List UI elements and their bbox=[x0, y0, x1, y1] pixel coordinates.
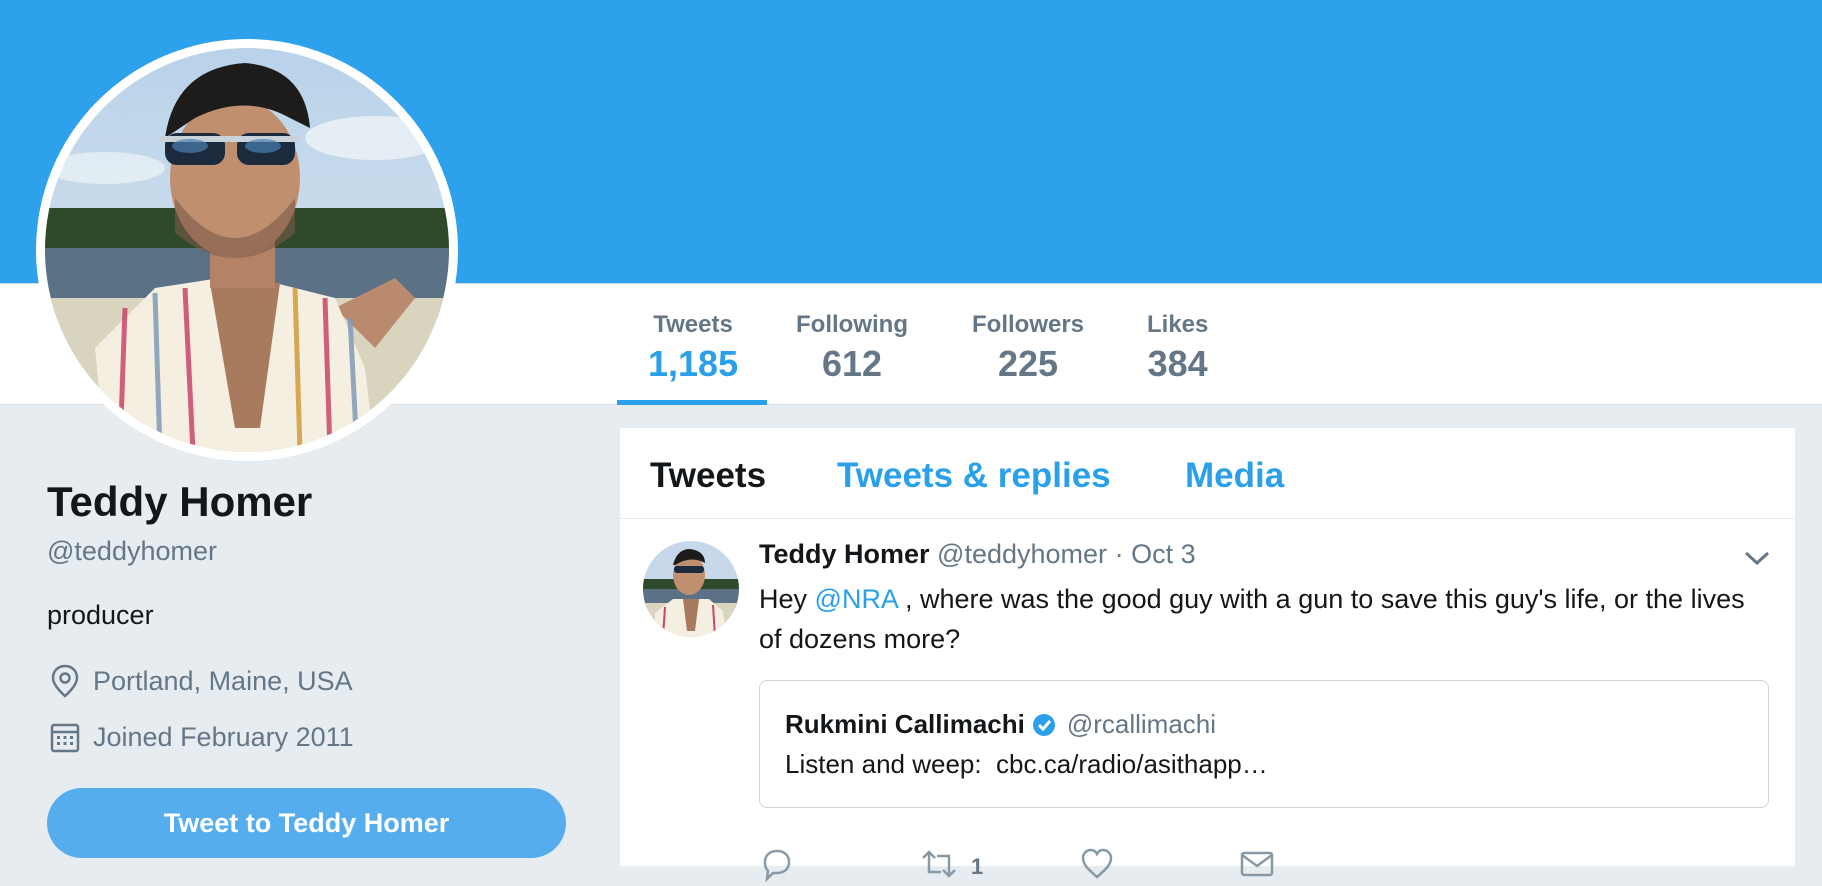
quoted-author-name: Rukmini Callimachi bbox=[785, 709, 1025, 739]
stat-followers[interactable]: Followers 225 bbox=[972, 311, 1084, 385]
location-pin-icon bbox=[47, 663, 83, 699]
chevron-down-icon[interactable] bbox=[1740, 543, 1774, 573]
profile-handle: @teddyhomer bbox=[47, 536, 217, 566]
quoted-tweet-text: Listen and weep: cbc.ca/radio/asithapp… bbox=[785, 749, 1268, 779]
stat-followers-value: 225 bbox=[997, 343, 1059, 384]
tweet-to-button[interactable]: Tweet to Teddy Homer bbox=[47, 788, 566, 858]
timeline: Tweets Tweets & replies Media Teddy Home… bbox=[620, 428, 1795, 882]
profile-name: Teddy Homer bbox=[47, 478, 313, 525]
stat-following-value: 612 bbox=[821, 343, 883, 384]
quoted-author-handle: @rcallimachi bbox=[1066, 709, 1217, 739]
tweet-text-start: Hey bbox=[759, 584, 815, 614]
profile-joined: Joined February 2011 bbox=[47, 719, 354, 755]
tweet-text-rest: , where was the good guy with a gun to s… bbox=[759, 584, 1745, 654]
stat-tweets-label: Tweets bbox=[653, 311, 733, 338]
like-button[interactable] bbox=[1079, 846, 1115, 882]
tab-tweets[interactable]: Tweets bbox=[650, 456, 766, 496]
direct-message-icon bbox=[1239, 846, 1275, 882]
profile-location: Portland, Maine, USA bbox=[47, 663, 353, 699]
tweet-avatar[interactable] bbox=[643, 541, 739, 637]
tweet-text: Hey @NRA , where was the good guy with a… bbox=[759, 579, 1769, 659]
active-stat-indicator bbox=[617, 400, 767, 405]
stat-tweets-value: 1,185 bbox=[648, 343, 739, 384]
profile-location-text: Portland, Maine, USA bbox=[93, 665, 353, 696]
retweet-button[interactable]: 1 bbox=[919, 846, 983, 882]
stat-followers-label: Followers bbox=[972, 311, 1085, 338]
retweet-icon bbox=[919, 846, 959, 882]
tweet-item[interactable]: Teddy Homer @teddyhomer · Oct 3 Hey @NRA… bbox=[620, 519, 1795, 882]
calendar-icon bbox=[47, 719, 83, 755]
profile-avatar[interactable] bbox=[36, 39, 458, 461]
tweet-date[interactable]: Oct 3 bbox=[1131, 539, 1196, 569]
tab-media[interactable]: Media bbox=[1185, 456, 1284, 496]
like-icon bbox=[1079, 846, 1115, 882]
profile-avatar-photo bbox=[45, 48, 449, 452]
stat-likes-value: 384 bbox=[1147, 343, 1208, 384]
profile-joined-text: Joined February 2011 bbox=[93, 721, 354, 752]
stat-likes-label: Likes bbox=[1147, 311, 1209, 338]
stat-following-label: Following bbox=[796, 311, 908, 338]
profile-bio: producer bbox=[47, 600, 154, 630]
timeline-tabs: Tweets Tweets & replies Media bbox=[620, 428, 1795, 519]
quoted-tweet-header: Rukmini Callimachi @rcallimachi bbox=[785, 709, 1216, 740]
quoted-tweet[interactable]: Rukmini Callimachi @rcallimachi Listen a… bbox=[759, 680, 1769, 808]
tab-tweets-and-replies[interactable]: Tweets & replies bbox=[837, 456, 1111, 496]
reply-button[interactable] bbox=[759, 846, 795, 882]
tweet-mention-link[interactable]: @NRA bbox=[815, 584, 898, 614]
reply-icon bbox=[759, 846, 795, 882]
retweet-count: 1 bbox=[971, 854, 984, 879]
tweet-header: Teddy Homer @teddyhomer · Oct 3 bbox=[759, 539, 1196, 570]
direct-message-button[interactable] bbox=[1239, 846, 1275, 882]
stat-likes[interactable]: Likes 384 bbox=[1147, 311, 1208, 385]
stat-tweets[interactable]: Tweets 1,185 bbox=[648, 311, 738, 385]
verified-badge-icon bbox=[1031, 712, 1057, 738]
tweet-author-name[interactable]: Teddy Homer bbox=[759, 539, 930, 569]
stat-following[interactable]: Following 612 bbox=[796, 311, 908, 385]
tweet-author-handle[interactable]: @teddyhomer bbox=[937, 539, 1107, 569]
tweet-separator: · bbox=[1114, 539, 1124, 569]
